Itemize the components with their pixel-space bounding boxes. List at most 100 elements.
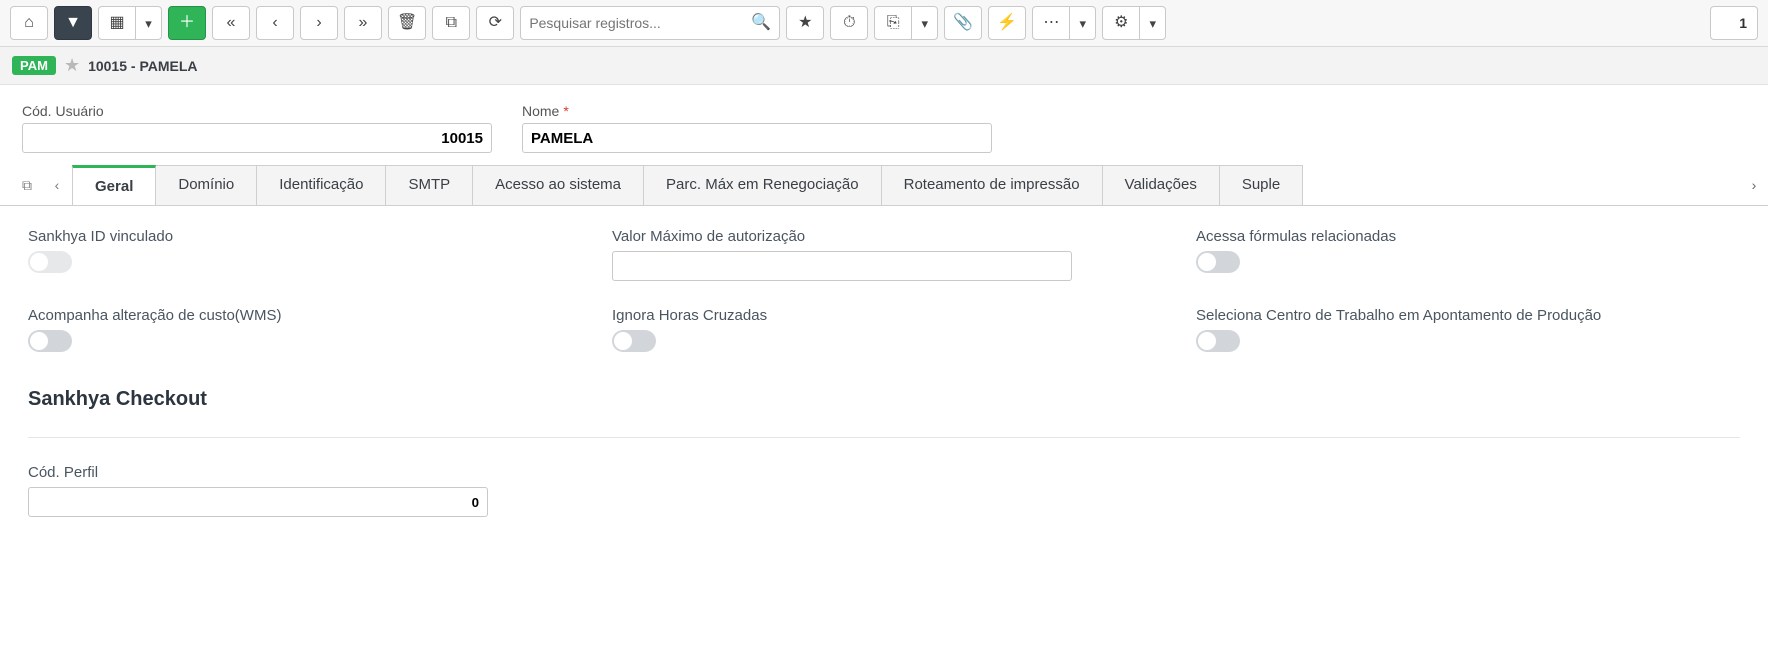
nav-first-button[interactable]: « bbox=[212, 6, 250, 40]
field-ignora-horas: Ignora Horas Cruzadas bbox=[612, 307, 1156, 352]
caret-down-icon: ▾ bbox=[145, 17, 152, 30]
paperclip-icon: 📎 bbox=[953, 15, 973, 31]
field-sankhya-id: Sankhya ID vinculado bbox=[28, 228, 572, 281]
label-sankhya-id: Sankhya ID vinculado bbox=[28, 228, 572, 245]
tab-dominio[interactable]: Domínio bbox=[155, 165, 257, 205]
grid-dropdown-button[interactable]: ▾ bbox=[136, 6, 162, 40]
field-valor-max: Valor Máximo de autorização bbox=[612, 228, 1156, 281]
search-icon[interactable]: 🔍 bbox=[751, 15, 771, 31]
tab-validacoes[interactable]: Validações bbox=[1102, 165, 1220, 205]
plus-icon: ＋ bbox=[179, 15, 195, 31]
input-cod-usuario[interactable] bbox=[22, 123, 492, 153]
attachment-button[interactable]: 📎 bbox=[944, 6, 982, 40]
refresh-button[interactable]: ⟳ bbox=[476, 6, 514, 40]
tabs-copy-icon[interactable]: ⧉ bbox=[12, 168, 42, 202]
favorite-button[interactable]: ★ bbox=[786, 6, 824, 40]
record-badge: PAM bbox=[12, 56, 56, 75]
action-button[interactable]: ⚡ bbox=[988, 6, 1026, 40]
trash-icon: 🗑 bbox=[397, 15, 417, 31]
divider bbox=[28, 437, 1740, 438]
search-input[interactable] bbox=[529, 15, 751, 31]
duplicate-button[interactable]: ⧉ bbox=[432, 6, 470, 40]
chevron-left-icon: ‹ bbox=[272, 15, 277, 31]
favorite-star-icon[interactable]: ★ bbox=[64, 55, 80, 76]
input-valor-max[interactable] bbox=[612, 251, 1072, 281]
grid-mode-group: ▦ ▾ bbox=[98, 6, 162, 40]
required-star-icon: * bbox=[563, 103, 568, 119]
toggle-sankhya-id bbox=[28, 251, 72, 273]
tab-smtp[interactable]: SMTP bbox=[385, 165, 473, 205]
export-button[interactable]: ⎘ bbox=[874, 6, 912, 40]
tab-parc-max[interactable]: Parc. Máx em Renegociação bbox=[643, 165, 882, 205]
toggle-acompanha-wms[interactable] bbox=[28, 330, 72, 352]
gear-icon: ⚙ bbox=[1114, 15, 1128, 31]
form-header: Cód. Usuário Nome* bbox=[0, 85, 1768, 165]
record-bar: PAM ★ 10015 - PAMELA bbox=[0, 47, 1768, 85]
tab-suple[interactable]: Suple bbox=[1219, 165, 1303, 205]
label-ignora-horas: Ignora Horas Cruzadas bbox=[612, 307, 1156, 324]
label-acompanha-wms: Acompanha alteração de custo(WMS) bbox=[28, 307, 572, 324]
nav-prev-button[interactable]: ‹ bbox=[256, 6, 294, 40]
settings-dropdown-button[interactable]: ▾ bbox=[1140, 6, 1166, 40]
tab-acesso-sistema[interactable]: Acesso ao sistema bbox=[472, 165, 644, 205]
filter-button[interactable]: ▼ bbox=[54, 6, 92, 40]
refresh-icon: ⟳ bbox=[489, 15, 502, 31]
home-button[interactable]: ⌂ bbox=[10, 6, 48, 40]
timer-button[interactable]: ⏱ bbox=[830, 6, 868, 40]
chevron-right-icon: › bbox=[316, 15, 321, 31]
page-counter[interactable]: 1 bbox=[1710, 6, 1758, 40]
field-cod-perfil: Cód. Perfil bbox=[28, 464, 572, 517]
copy-icon: ⧉ bbox=[446, 15, 457, 31]
export-dropdown-button[interactable]: ▾ bbox=[912, 6, 938, 40]
funnel-icon: ▼ bbox=[65, 15, 81, 31]
panel-geral: Sankhya ID vinculado Valor Máximo de aut… bbox=[0, 206, 1768, 539]
caret-down-icon: ▾ bbox=[1080, 17, 1087, 30]
tab-geral[interactable]: Geral bbox=[72, 165, 156, 205]
export-group: ⎘ ▾ bbox=[874, 6, 938, 40]
tab-roteamento[interactable]: Roteamento de impressão bbox=[881, 165, 1103, 205]
settings-button[interactable]: ⚙ bbox=[1102, 6, 1140, 40]
nav-next-button[interactable]: › bbox=[300, 6, 338, 40]
add-button[interactable]: ＋ bbox=[168, 6, 206, 40]
search-wrap: 🔍 bbox=[520, 6, 780, 40]
bolt-icon: ⚡ bbox=[997, 15, 1017, 31]
double-chevron-right-icon: » bbox=[359, 15, 368, 31]
label-cod-perfil: Cód. Perfil bbox=[28, 464, 572, 481]
toolbar: ⌂ ▼ ▦ ▾ ＋ « ‹ › » 🗑 ⧉ ⟳ 🔍 ★ ⏱ ⎘ ▾ 📎 ⚡ ⋯ … bbox=[0, 0, 1768, 47]
caret-down-icon: ▾ bbox=[1150, 17, 1157, 30]
field-seleciona-centro: Seleciona Centro de Trabalho em Apontame… bbox=[1196, 307, 1740, 352]
ellipsis-icon: ⋯ bbox=[1043, 15, 1059, 31]
tab-identificacao[interactable]: Identificação bbox=[256, 165, 386, 205]
star-icon: ★ bbox=[798, 15, 812, 31]
toggle-seleciona-centro[interactable] bbox=[1196, 330, 1240, 352]
tabs-scroll: Geral Domínio Identificação SMTP Acesso … bbox=[72, 165, 1740, 205]
settings-group: ⚙ ▾ bbox=[1102, 6, 1166, 40]
delete-button[interactable]: 🗑 bbox=[388, 6, 426, 40]
label-nome: Nome* bbox=[522, 103, 992, 119]
export-icon: ⎘ bbox=[887, 15, 900, 31]
label-acessa-formulas: Acessa fórmulas relacionadas bbox=[1196, 228, 1740, 245]
tabs-scroll-left[interactable]: ‹ bbox=[42, 168, 72, 202]
label-nome-text: Nome bbox=[522, 103, 559, 119]
more-dropdown-button[interactable]: ▾ bbox=[1070, 6, 1096, 40]
more-group: ⋯ ▾ bbox=[1032, 6, 1096, 40]
label-cod-usuario: Cód. Usuário bbox=[22, 103, 492, 119]
double-chevron-left-icon: « bbox=[227, 15, 236, 31]
toggle-ignora-horas[interactable] bbox=[612, 330, 656, 352]
field-acompanha-wms: Acompanha alteração de custo(WMS) bbox=[28, 307, 572, 352]
input-cod-perfil[interactable] bbox=[28, 487, 488, 517]
caret-down-icon: ▾ bbox=[922, 17, 929, 30]
label-valor-max: Valor Máximo de autorização bbox=[612, 228, 1156, 245]
field-cod-usuario: Cód. Usuário bbox=[22, 103, 492, 153]
field-acessa-formulas: Acessa fórmulas relacionadas bbox=[1196, 228, 1740, 281]
record-title: 10015 - PAMELA bbox=[88, 58, 197, 74]
input-nome[interactable] bbox=[522, 123, 992, 153]
home-icon: ⌂ bbox=[24, 15, 34, 31]
grid-icon: ▦ bbox=[109, 15, 124, 31]
grid-button[interactable]: ▦ bbox=[98, 6, 136, 40]
toggle-acessa-formulas[interactable] bbox=[1196, 251, 1240, 273]
more-button[interactable]: ⋯ bbox=[1032, 6, 1070, 40]
nav-last-button[interactable]: » bbox=[344, 6, 382, 40]
tabs-scroll-right[interactable]: › bbox=[1740, 177, 1768, 193]
tabs-row: ⧉ ‹ Geral Domínio Identificação SMTP Ace… bbox=[0, 165, 1768, 206]
